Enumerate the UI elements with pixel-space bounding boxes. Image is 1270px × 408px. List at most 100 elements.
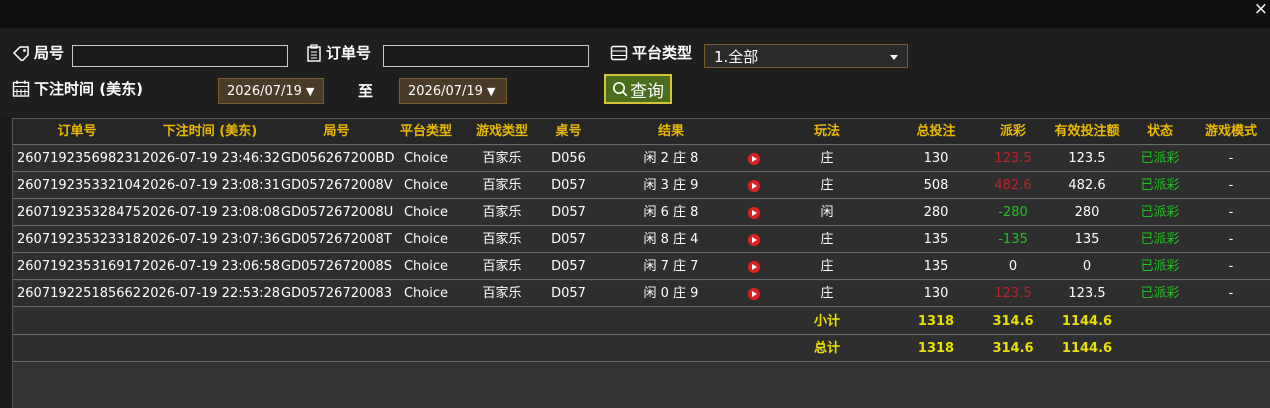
cell-status: 已派彩 [1140, 232, 1180, 247]
cell-table: D057 [551, 259, 586, 274]
chevron-down-icon [890, 55, 898, 60]
col-table: 桌号 [555, 124, 582, 139]
cell-play: 庄 [820, 286, 834, 301]
col-play: 玩法 [813, 124, 840, 139]
cell-table: D057 [551, 232, 586, 247]
cell-total-bet: 130 [923, 286, 949, 301]
cell-valid-bet: 135 [1074, 232, 1100, 247]
to-label: 至 [358, 82, 374, 100]
cell-game-type: 百家乐 [482, 151, 522, 166]
col-platform: 平台类型 [399, 124, 452, 139]
cell-total-bet: 135 [923, 232, 949, 247]
subtotal-row: 小计 1318 314.6 1144.6 [13, 309, 1270, 335]
cell-play: 庄 [820, 178, 834, 193]
platform-select[interactable]: 1.全部 [704, 44, 908, 68]
cell-order-no: 260719225185662 [17, 286, 142, 301]
cell-game-mode: - [1228, 151, 1234, 166]
col-replay [751, 119, 763, 145]
cell-status: 已派彩 [1140, 178, 1180, 193]
date-from-picker[interactable]: 2026/07/19 ▼ [218, 78, 324, 104]
cell-result: 闲 0 庄 9 [643, 286, 699, 301]
cell-table: D057 [551, 286, 586, 301]
col-result: 结果 [657, 124, 684, 139]
query-button[interactable]: 查询 [604, 74, 672, 104]
platform-label: 平台类型 [610, 42, 692, 63]
cell-platform: Choice [403, 286, 449, 301]
col-valid-bet: 有效投注额 [1054, 124, 1120, 139]
play-replay-icon[interactable] [748, 288, 760, 300]
cell-order-no: 260719235332104 [17, 178, 142, 193]
cell-total-bet: 130 [923, 151, 949, 166]
cell-order-no: 260719235698231 [17, 151, 142, 166]
table-row: 260719235316917 2026-07-19 23:06:58 GD0572… [13, 254, 1270, 280]
cell-game-type: 百家乐 [482, 232, 522, 247]
cell-bet-time: 2026-07-19 23:06:58 [142, 259, 281, 274]
clipboard-icon [307, 43, 321, 62]
cell-round: GD0572672008V [281, 178, 393, 193]
cell-payout: 482.6 [994, 178, 1032, 193]
cell-play: 庄 [820, 259, 834, 274]
col-order-no: 订单号 [57, 124, 97, 139]
total-payout: 314.6 [992, 341, 1034, 356]
cell-round: GD0572672008T [281, 232, 392, 247]
cell-result: 闲 8 庄 4 [643, 232, 699, 247]
cell-valid-bet: 0 [1082, 259, 1092, 274]
bet-records-table: 订单号 下注时间 (美东) 局号 平台类型 游戏类型 桌号 结果 玩法 总投注 … [12, 118, 1270, 408]
cell-game-mode: - [1228, 259, 1234, 274]
cell-result: 闲 2 庄 8 [643, 151, 699, 166]
server-icon [610, 45, 628, 60]
cell-game-type: 百家乐 [482, 178, 522, 193]
order-input[interactable] [383, 45, 589, 67]
cell-game-mode: - [1228, 232, 1234, 247]
cell-result: 闲 6 庄 8 [643, 205, 699, 220]
cell-game-type: 百家乐 [482, 205, 522, 220]
cell-status: 已派彩 [1140, 259, 1180, 274]
cell-total-bet: 280 [923, 205, 949, 220]
cell-bet-time: 2026-07-19 23:08:08 [142, 205, 281, 220]
cell-platform: Choice [403, 151, 449, 166]
play-replay-icon[interactable] [748, 234, 760, 246]
cell-game-type: 百家乐 [482, 286, 522, 301]
date-to-picker[interactable]: 2026/07/19 ▼ [399, 78, 507, 104]
cell-game-mode: - [1228, 178, 1234, 193]
col-game-type: 游戏类型 [475, 124, 528, 139]
col-total-bet: 总投注 [916, 124, 956, 139]
cell-result: 闲 7 庄 7 [643, 259, 699, 274]
col-bet-time: 下注时间 (美东) [162, 124, 258, 139]
play-replay-icon[interactable] [748, 153, 760, 165]
col-round: 局号 [323, 124, 350, 139]
col-status: 状态 [1146, 124, 1173, 139]
cell-valid-bet: 123.5 [1068, 286, 1106, 301]
cell-bet-time: 2026-07-19 22:53:28 [142, 286, 281, 301]
table-row: 260719235698231 2026-07-19 23:46:32 GD0562… [13, 146, 1270, 172]
cell-payout: 0 [1008, 259, 1018, 274]
cell-game-mode: - [1228, 205, 1234, 220]
order-label: 订单号 [306, 42, 371, 63]
play-replay-icon[interactable] [748, 180, 760, 192]
cell-valid-bet: 280 [1074, 205, 1100, 220]
close-icon[interactable]: × [1254, 0, 1268, 18]
table-row: 260719235323318 2026-07-19 23:07:36 GD0572… [13, 227, 1270, 253]
cell-play: 闲 [820, 205, 834, 220]
cell-valid-bet: 482.6 [1068, 178, 1106, 193]
cell-round: GD0572672008U [281, 205, 394, 220]
cell-order-no: 260719235328475 [17, 205, 142, 220]
round-input[interactable] [72, 45, 288, 67]
col-game-mode: 游戏模式 [1204, 124, 1257, 139]
cell-platform: Choice [403, 205, 449, 220]
cell-order-no: 260719235316917 [17, 259, 142, 274]
cell-valid-bet: 123.5 [1068, 151, 1106, 166]
play-replay-icon[interactable] [748, 207, 760, 219]
table-row: 260719235328475 2026-07-19 23:08:08 GD0572… [13, 200, 1270, 226]
subtotal-label: 小计 [813, 314, 840, 329]
total-row: 总计 1318 314.6 1144.6 [13, 336, 1270, 362]
total-valid-bet: 1144.6 [1061, 341, 1113, 356]
play-replay-icon[interactable] [748, 261, 760, 273]
total-total-bet: 1318 [917, 341, 955, 356]
filter-panel: 局号 订单号 平台类型 1.全部 下注时间 (美东) 2026/07/19 ▼ 至… [0, 28, 1270, 117]
col-payout: 派彩 [999, 124, 1026, 139]
cell-bet-time: 2026-07-19 23:08:31 [142, 178, 281, 193]
cell-payout: 123.5 [994, 151, 1032, 166]
cell-bet-time: 2026-07-19 23:07:36 [142, 232, 281, 247]
subtotal-payout: 314.6 [992, 314, 1034, 329]
